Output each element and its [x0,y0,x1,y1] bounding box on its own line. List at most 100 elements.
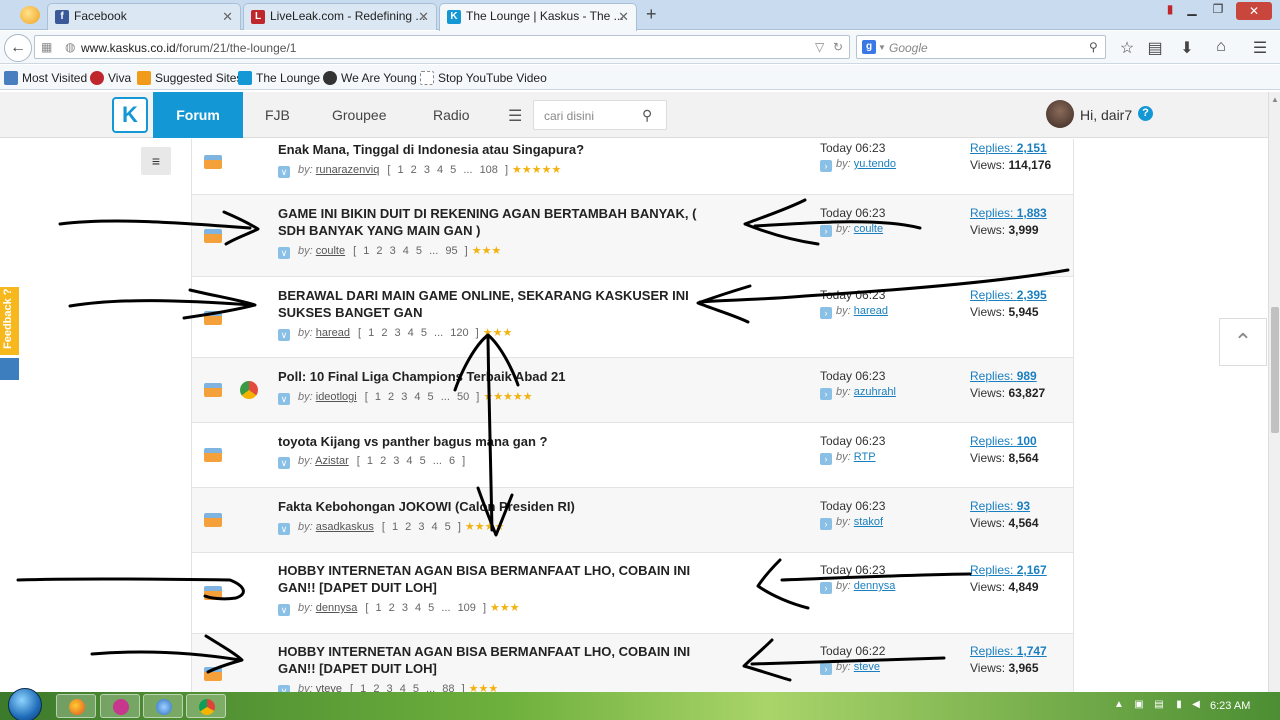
reload-icon[interactable]: ↻ [833,40,843,54]
dropdown-icon[interactable]: ∨ [278,166,290,178]
feedback-tab[interactable]: Feedback ? [0,287,19,355]
page-links[interactable]: [ 1 2 3 4 5 ... 120 ] [358,327,479,339]
tab-facebook[interactable]: f Facebook ✕ [47,3,241,30]
page-links[interactable]: [ 1 2 3 4 5 ... 6 ] [357,455,465,467]
dropdown-icon[interactable]: ∨ [278,685,290,692]
dropdown-icon[interactable]: ∨ [278,329,290,341]
replies-count[interactable]: Replies: 2,395 [970,288,1047,302]
page-links[interactable]: [ 1 2 3 4 5 ... 50 ] [365,391,480,403]
download-icon[interactable]: ⬇ [1176,38,1198,58]
kaskus-logo[interactable]: K [112,97,148,133]
close-icon[interactable]: ✕ [418,9,429,25]
thread-title[interactable]: BERAWAL DARI MAIN GAME ONLINE, SEKARANG … [278,287,708,321]
bookmark-star-icon[interactable]: ☆ [1116,38,1138,58]
menu-icon[interactable]: ☰ [1249,38,1271,58]
thread-row[interactable]: HOBBY INTERNETAN AGAN BISA BERMANFAAT LH… [191,634,1074,692]
last-post-user[interactable]: stakof [854,516,883,528]
tab-the-lounge[interactable]: K The Lounge | Kaskus - The ... ✕ [439,3,637,31]
minimize-icon[interactable]: ▁ [1180,2,1204,16]
back-to-top-button[interactable]: ⌃ [1219,318,1267,366]
bookmark-stop-youtube-video[interactable]: Stop YouTube Video [420,71,547,85]
new-tab-button[interactable]: + [646,4,657,25]
nav-radio[interactable]: Radio [433,107,470,123]
replies-count[interactable]: Replies: 2,167 [970,563,1047,577]
side-menu-button[interactable]: ≡ [141,147,171,175]
scroll-up-icon[interactable]: ▲ [1271,95,1279,104]
search-icon[interactable]: ⚲ [642,107,652,124]
last-post-user[interactable]: coulte [854,223,883,235]
thread-row[interactable]: toyota Kijang vs panther bagus mana gan … [191,423,1074,488]
bookmark-most-visited[interactable]: Most Visited [4,71,87,85]
page-links[interactable]: [ 1 2 3 4 5 ... 95 ] [353,245,468,257]
taskbar-firefox[interactable] [56,694,96,718]
taskbar-ie[interactable] [143,694,183,718]
thread-author[interactable]: vteve [316,683,342,692]
thread-row[interactable]: Poll: 10 Final Liga Champions Terbaik Ab… [191,358,1074,423]
thread-author[interactable]: dennysa [316,602,358,614]
replies-count[interactable]: Replies: 1,883 [970,206,1047,220]
bookmark-the-lounge[interactable]: The Lounge [238,71,320,85]
addon-icon[interactable]: ▮ [1158,2,1182,16]
chevron-down-icon[interactable]: ▼ [878,43,886,52]
thread-title[interactable]: Poll: 10 Final Liga Champions Terbaik Ab… [278,368,708,385]
search-icon[interactable]: ⚲ [1089,40,1098,54]
page-links[interactable]: [ 1 2 3 4 5 ... 88 ] [350,683,465,692]
scrollbar-thumb[interactable] [1271,307,1279,433]
feedback-icon[interactable] [0,358,19,380]
goto-last-post-icon[interactable]: › [820,518,832,530]
avatar[interactable] [1046,100,1074,128]
window-close-icon[interactable]: ✕ [1236,2,1272,20]
last-post-user[interactable]: yu.tendo [854,158,896,170]
thread-row[interactable]: HOBBY INTERNETAN AGAN BISA BERMANFAAT LH… [191,553,1074,634]
thread-author[interactable]: runarazenviq [316,164,380,176]
firefox-menu-icon[interactable] [20,6,40,24]
replies-count[interactable]: Replies: 2,151 [970,141,1047,155]
bookmark-suggested-sites[interactable]: Suggested Sites [137,71,242,85]
page-scrollbar[interactable]: ▲ [1268,92,1280,692]
taskbar-chrome[interactable] [186,694,226,718]
nav-forum[interactable]: Forum [153,92,243,138]
thread-title[interactable]: Enak Mana, Tinggal di Indonesia atau Sin… [278,141,708,158]
goto-last-post-icon[interactable]: › [820,582,832,594]
tray-app-icon[interactable]: ▤ [1153,699,1165,711]
restore-icon[interactable]: ❐ [1206,2,1230,16]
goto-last-post-icon[interactable]: › [820,307,832,319]
last-post-user[interactable]: steve [854,661,880,673]
bookmark-viva[interactable]: Viva [90,71,131,85]
help-icon[interactable]: ? [1138,106,1153,121]
thread-title[interactable]: Fakta Kebohongan JOKOWI (Calon Presiden … [278,498,708,515]
last-post-user[interactable]: haread [854,305,888,317]
site-search-input[interactable]: cari disini ⚲ [533,100,667,130]
nav-fjb[interactable]: FJB [265,107,290,123]
thread-title[interactable]: HOBBY INTERNETAN AGAN BISA BERMANFAAT LH… [278,562,708,596]
tray-app-icon[interactable]: ▣ [1133,699,1145,711]
replies-count[interactable]: Replies: 1,747 [970,644,1047,658]
hamburger-menu-icon[interactable]: ☰ [508,106,522,126]
user-greeting[interactable]: Hi, dair7 [1080,107,1132,123]
windows-start-icon[interactable] [8,688,42,720]
replies-count[interactable]: Replies: 989 [970,369,1037,383]
thread-title[interactable]: toyota Kijang vs panther bagus mana gan … [278,433,708,450]
page-links[interactable]: [ 1 2 3 4 5 ... 109 ] [365,602,486,614]
last-post-user[interactable]: dennysa [854,580,896,592]
reading-list-icon[interactable]: ▤ [1144,38,1166,58]
thread-author[interactable]: asadkaskus [316,521,374,533]
thread-row[interactable]: Enak Mana, Tinggal di Indonesia atau Sin… [191,139,1074,195]
page-links[interactable]: [ 1 2 3 4 5 ... 108 ] [387,164,508,176]
show-hidden-icons-icon[interactable]: ▲ [1113,699,1125,711]
address-bar[interactable]: ▦ ◍ www.kaskus.co.id/forum/21/the-lounge… [34,35,850,59]
goto-last-post-icon[interactable]: › [820,453,832,465]
thread-row[interactable]: BERAWAL DARI MAIN GAME ONLINE, SEKARANG … [191,277,1074,358]
goto-last-post-icon[interactable]: › [820,663,832,675]
goto-last-post-icon[interactable]: › [820,388,832,400]
home-icon[interactable]: ⌂ [1210,38,1232,56]
thread-author[interactable]: haread [316,327,350,339]
dropdown-icon[interactable]: ∨ [278,393,290,405]
goto-last-post-icon[interactable]: › [820,225,832,237]
clock[interactable]: 6:23 AM [1210,700,1250,712]
tab-liveleak[interactable]: L LiveLeak.com - Redefining ... ✕ [243,3,437,30]
dropdown-icon[interactable]: ∨ [278,247,290,259]
dropdown-icon[interactable]: ∨ [278,457,290,469]
dropdown-icon[interactable]: ∨ [278,604,290,616]
last-post-user[interactable]: RTP [854,451,876,463]
